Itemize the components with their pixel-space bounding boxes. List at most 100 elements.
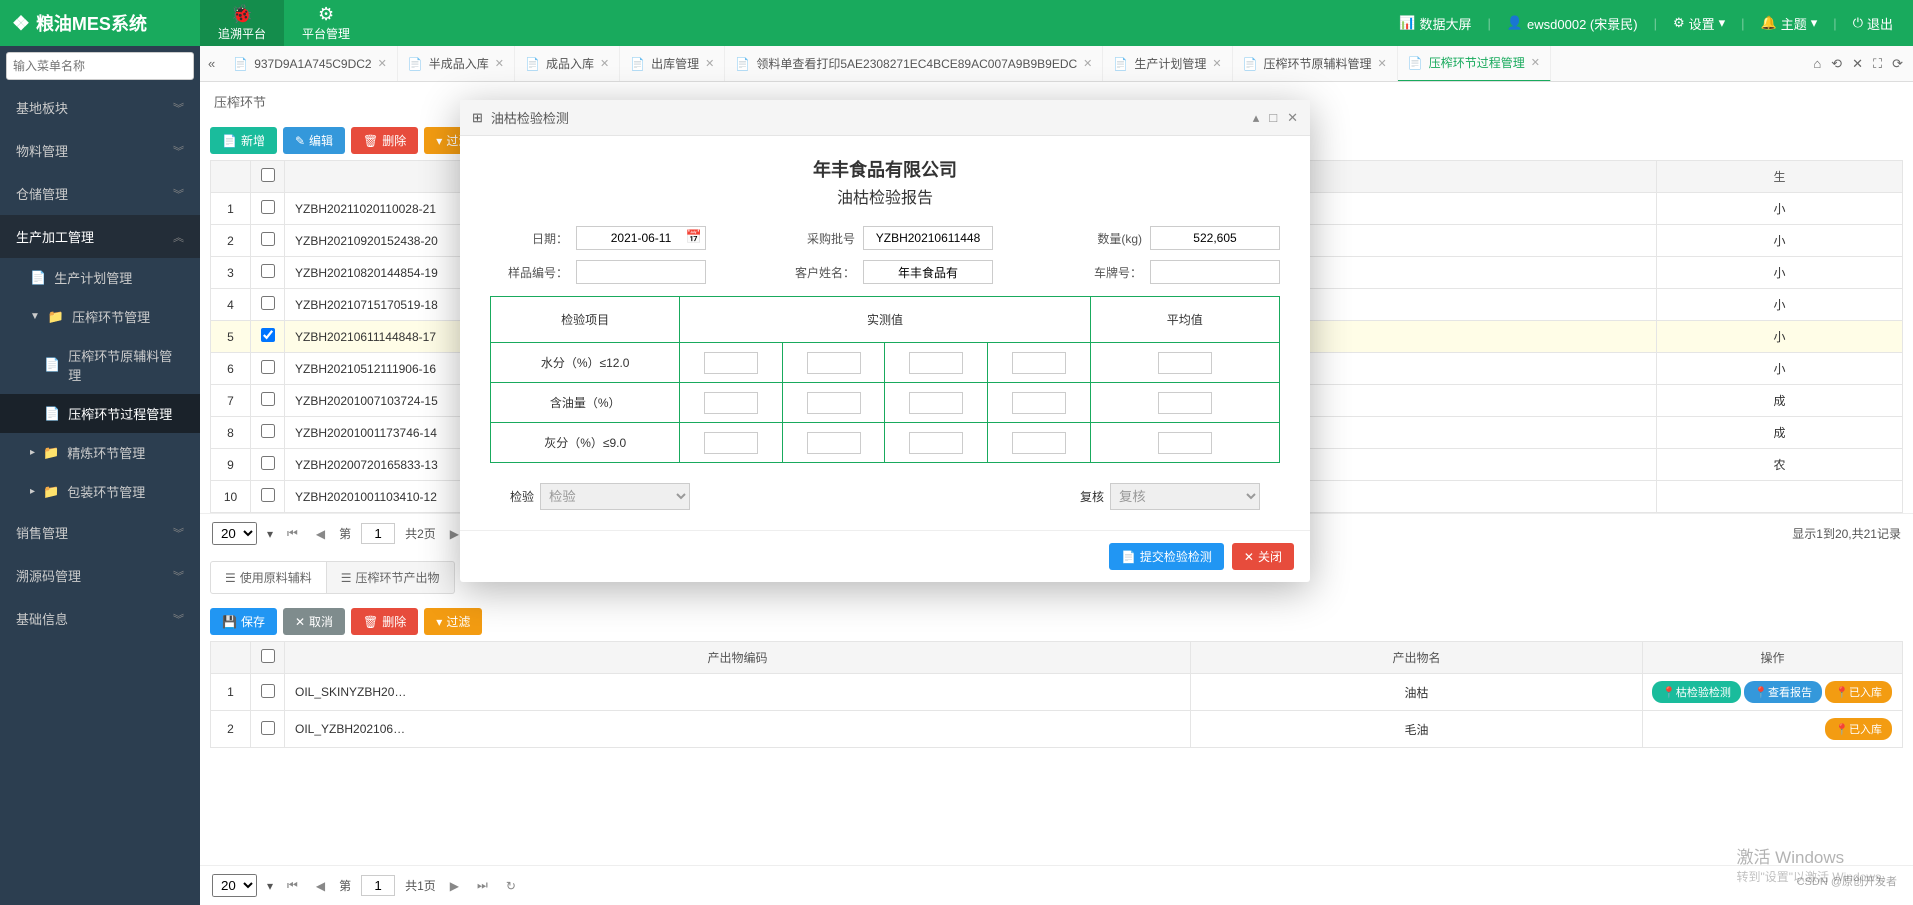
row-checkbox[interactable] [261,328,275,342]
sub-tab-output[interactable]: ☰ 压榨环节产出物 [327,561,455,594]
close-button[interactable]: ✕ 关闭 [1232,543,1294,570]
measure-input[interactable] [1012,432,1066,454]
out-pager-refresh[interactable]: ↻ [502,879,520,893]
out-page-num[interactable] [361,875,395,896]
settings-link[interactable]: ⚙ 设置 ▾ [1673,14,1725,33]
tab[interactable]: 📄生产计划管理✕ [1103,46,1232,82]
sample-input[interactable] [576,260,706,284]
save-button[interactable]: 💾 保存 [210,608,277,635]
sidebar-item[interactable]: ▼📁压榨环节管理 [0,297,200,336]
edit-button[interactable]: ✎ 编辑 [283,127,345,154]
home-icon[interactable]: ⌂ [1813,56,1821,72]
sidebar-item[interactable]: 📄生产计划管理 [0,258,200,297]
calendar-icon[interactable]: 📅 [686,229,702,245]
qty-input[interactable] [1150,226,1280,250]
measure-input[interactable] [807,352,861,374]
sidebar-item[interactable]: ▸📁包装环节管理 [0,472,200,511]
top-menu-trace[interactable]: 🐞 追溯平台 [200,0,284,46]
tab[interactable]: 📄领料单查看打印5AE2308271EC4BCE89AC007A9B9B9EDC… [725,46,1103,82]
measure-input[interactable] [704,392,758,414]
row-checkbox[interactable] [261,456,275,470]
select-all[interactable] [261,168,275,182]
op-badge[interactable]: 📍枯检验检测 [1652,681,1741,703]
pager-prev[interactable]: ◀ [312,527,329,541]
row-checkbox[interactable] [261,200,275,214]
tab[interactable]: 📄成品入库✕ [515,46,620,82]
row-checkbox[interactable] [261,296,275,310]
close-icon[interactable]: ✕ [1531,56,1540,69]
sidebar-item[interactable]: 📄压榨环节过程管理 [0,394,200,433]
close-icon[interactable]: ✕ [705,57,714,70]
tab[interactable]: 📄半成品入库✕ [398,46,515,82]
op-badge[interactable]: 📍已入库 [1825,718,1892,740]
measure-input[interactable] [909,432,963,454]
pager-first[interactable]: ⏮ [283,526,302,541]
row-checkbox[interactable] [261,392,275,406]
tabs-prev[interactable]: « [200,56,223,71]
close-icon[interactable]: ✕ [1212,57,1221,70]
measure-input[interactable] [909,352,963,374]
measure-input[interactable] [704,352,758,374]
search-input[interactable] [6,52,194,80]
modal-close-icon[interactable]: ✕ [1287,110,1298,126]
delete-button[interactable]: 🗑 删除 [351,127,418,154]
fullscreen-icon[interactable]: ⛶ [1873,56,1882,72]
op-badge[interactable]: 📍已入库 [1825,681,1892,703]
submit-button[interactable]: 📄 提交检验检测 [1109,543,1224,570]
cancel-button[interactable]: ✕ 取消 [283,608,345,635]
sidebar-group[interactable]: 物料管理︾ [0,129,200,172]
sidebar-group[interactable]: 基地板块︾ [0,86,200,129]
logout-link[interactable]: ⏻ 退出 [1853,14,1893,33]
sub-tab-materials[interactable]: ☰ 使用原料辅料 [210,561,327,594]
modal-header[interactable]: ⊞ 油枯检验检测 ▴ □ ✕ [460,100,1310,136]
measure-input[interactable] [1012,352,1066,374]
row-checkbox[interactable] [261,264,275,278]
sub-delete-button[interactable]: 🗑 删除 [351,608,418,635]
close-icon[interactable]: ✕ [600,57,609,70]
sidebar-group[interactable]: 溯源码管理︾ [0,554,200,597]
reviewer-select[interactable]: 复核 [1110,483,1260,510]
close-icon[interactable]: ✕ [378,57,387,70]
avg-input[interactable] [1158,392,1212,414]
sub-filter-button[interactable]: ▾ 过滤 [424,608,482,635]
customer-input[interactable] [863,260,993,284]
table-row[interactable]: 2OIL_YZBH202106…毛油📍已入库 [211,711,1903,748]
batch-input[interactable] [863,226,993,250]
tab[interactable]: 📄压榨环节原辅料管理✕ [1233,46,1398,82]
out-pager-prev[interactable]: ◀ [312,879,329,893]
measure-input[interactable] [1012,392,1066,414]
row-checkbox[interactable] [261,232,275,246]
out-page-size[interactable]: 20 [212,874,257,897]
out-pager-last[interactable]: ⏭ [473,878,492,893]
tab[interactable]: 📄压榨环节过程管理✕ [1398,46,1551,82]
minimize-icon[interactable]: ▴ [1253,110,1260,126]
avg-input[interactable] [1158,432,1212,454]
page-num[interactable] [361,523,395,544]
close-icon[interactable]: ✕ [1852,56,1863,72]
measure-input[interactable] [807,392,861,414]
reload-icon[interactable]: ⟳ [1892,56,1903,72]
page-size[interactable]: 20 [212,522,257,545]
add-button[interactable]: 📄 新增 [210,127,277,154]
sidebar-group[interactable]: 销售管理︾ [0,511,200,554]
close-icon[interactable]: ✕ [1378,57,1387,70]
op-badge[interactable]: 📍查看报告 [1744,681,1822,703]
sidebar-group[interactable]: 基础信息︾ [0,597,200,640]
plate-input[interactable] [1150,260,1280,284]
close-icon[interactable]: ✕ [1083,57,1092,70]
inspector-select[interactable]: 检验 [540,483,690,510]
close-icon[interactable]: ✕ [495,57,504,70]
user-link[interactable]: 👤 ewsd0002 (宋景民) [1507,14,1638,33]
tab[interactable]: 📄937D9A1A745C9DC2✕ [223,46,398,82]
sidebar-item[interactable]: ▸📁精炼环节管理 [0,433,200,472]
row-checkbox[interactable] [261,360,275,374]
out-pager-first[interactable]: ⏮ [283,878,302,893]
sidebar-group[interactable]: 生产加工管理︽ [0,215,200,258]
out-pager-next[interactable]: ▶ [446,879,463,893]
row-checkbox[interactable] [261,424,275,438]
measure-input[interactable] [909,392,963,414]
table-row[interactable]: 1OIL_SKINYZBH20…油枯📍枯检验检测 📍查看报告 📍已入库 [211,674,1903,711]
maximize-icon[interactable]: □ [1269,110,1277,126]
refresh-icon[interactable]: ⟲ [1831,56,1842,72]
avg-input[interactable] [1158,352,1212,374]
